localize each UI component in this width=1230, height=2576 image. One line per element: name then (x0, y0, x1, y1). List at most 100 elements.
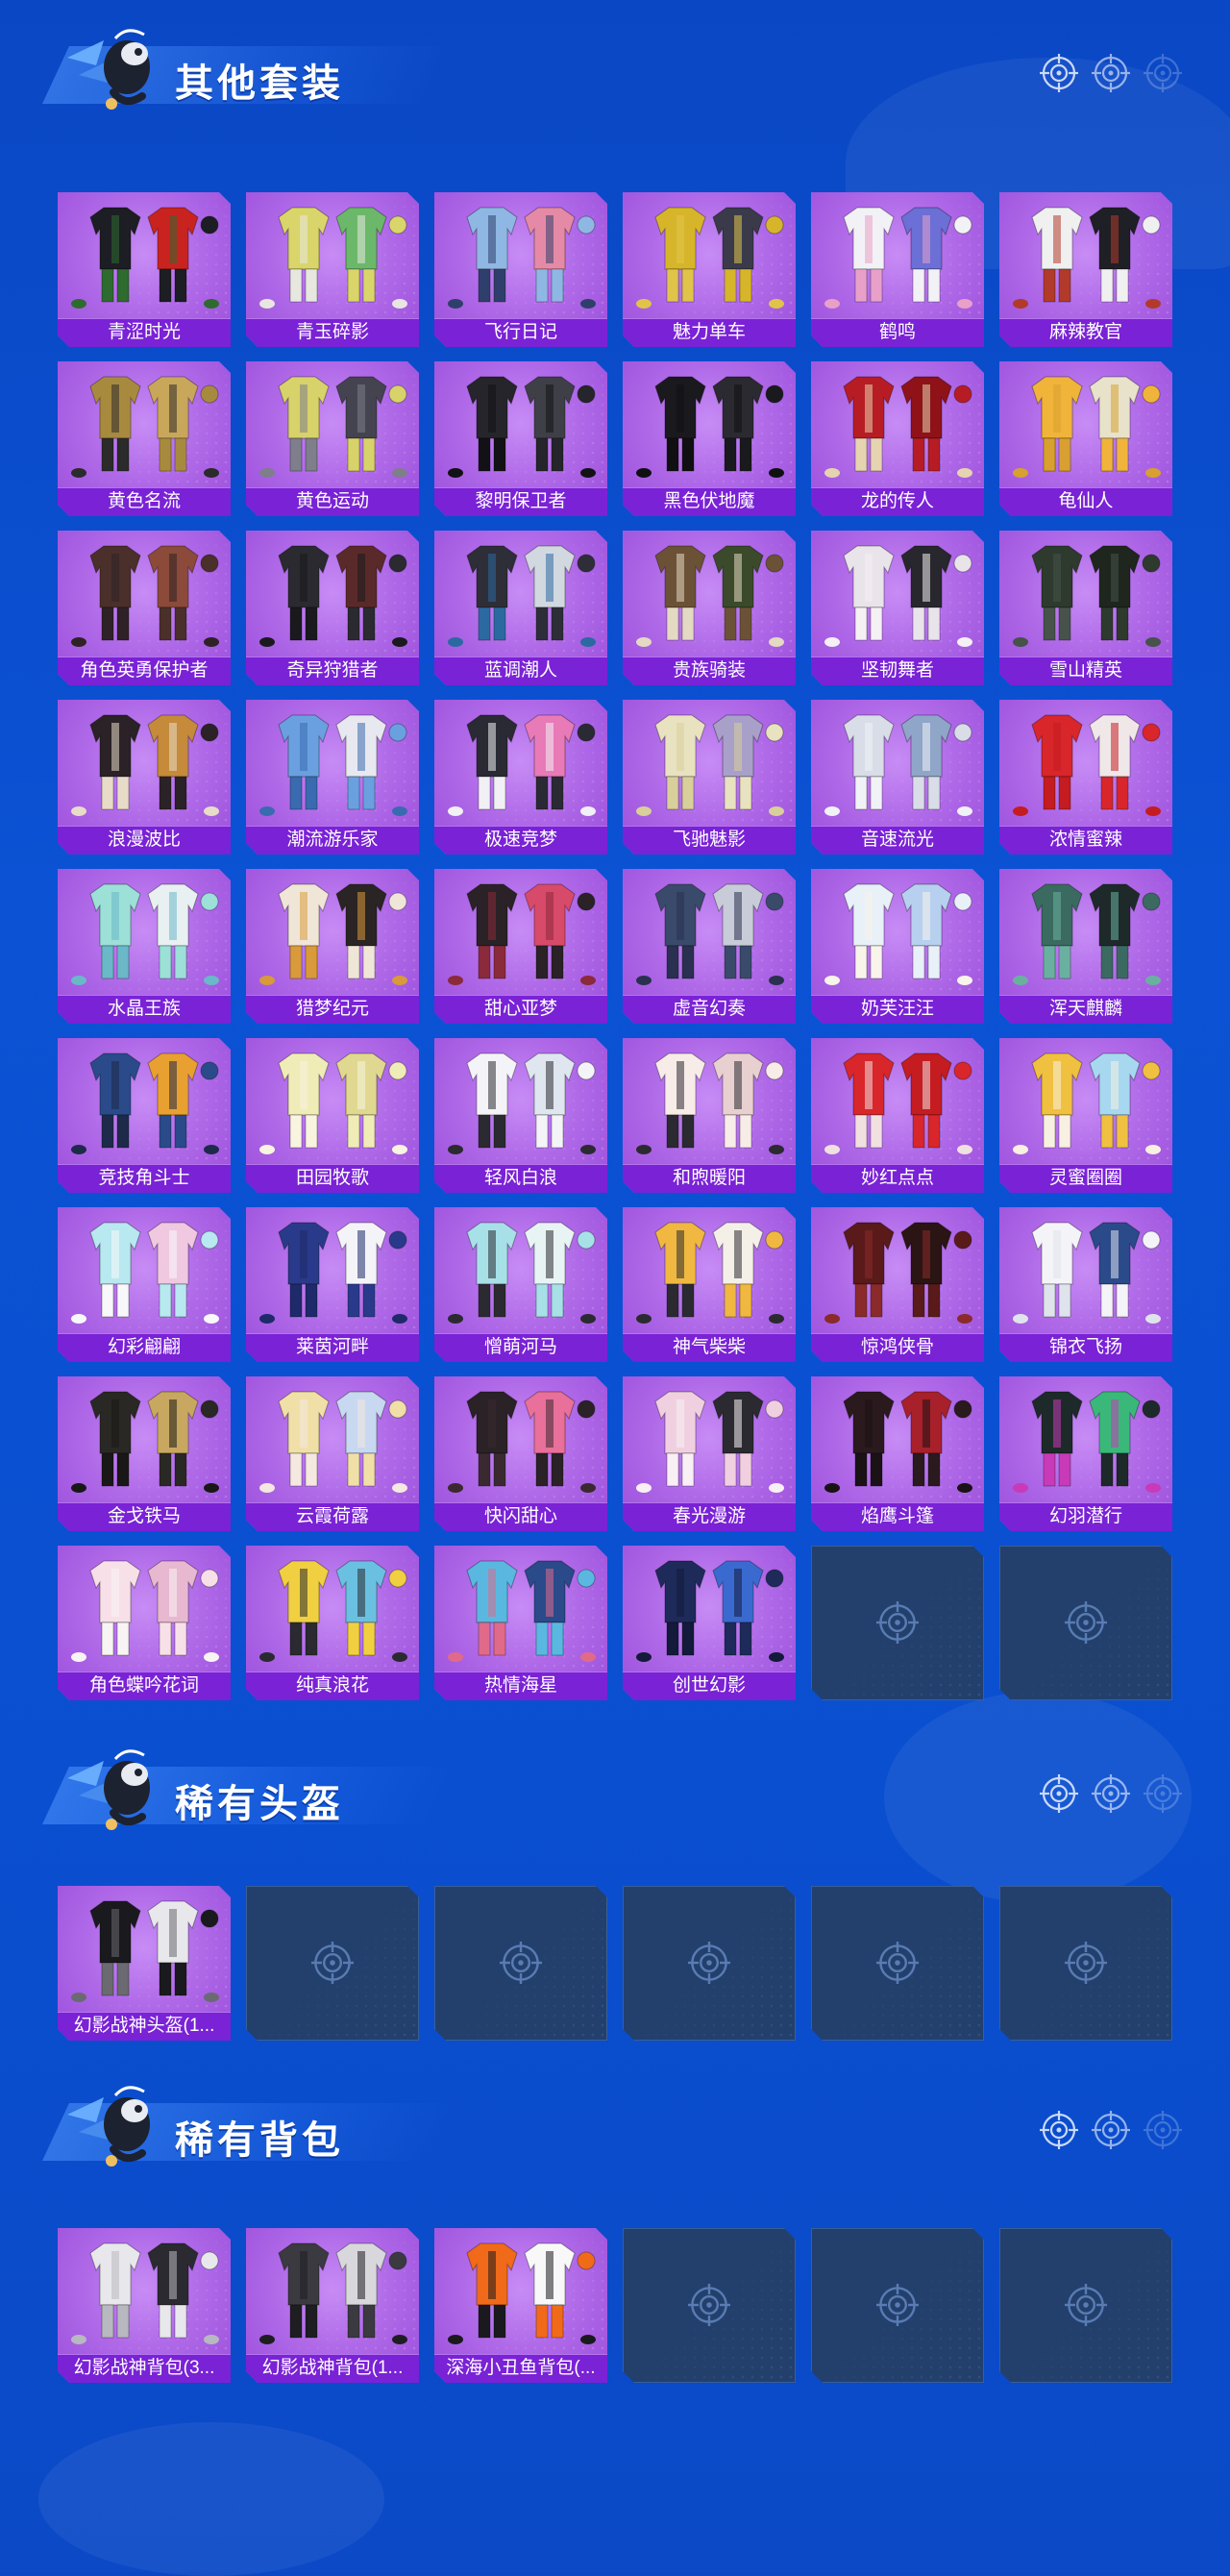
item-card[interactable]: 妙红点点 (811, 1038, 984, 1193)
empty-item-slot (999, 2228, 1172, 2383)
item-card[interactable]: 惊鸿侠骨 (811, 1207, 984, 1362)
item-card[interactable]: 快闪甜心 (434, 1376, 607, 1531)
item-card[interactable]: 黎明保卫者 (434, 361, 607, 516)
item-card[interactable]: 幻影战神背包(3... (58, 2228, 231, 2383)
item-card[interactable]: 猎梦纪元 (246, 869, 419, 1024)
item-grid: 幻影战神背包(3... 幻影战神背包(1... 深海小丑鱼背包(... (58, 2228, 1172, 2383)
item-card[interactable]: 麻辣教官 (999, 192, 1172, 347)
outfit-thumbnail-image (71, 1560, 219, 1662)
outfit-thumbnail-image (1013, 545, 1161, 647)
item-card[interactable]: 锦衣飞扬 (999, 1207, 1172, 1362)
item-card[interactable]: 飞驰魅影 (623, 700, 796, 855)
item-card[interactable]: 角色英勇保护者 (58, 531, 231, 685)
item-card[interactable]: 灵蜜圈圈 (999, 1038, 1172, 1193)
crosshair-target-icon (311, 1942, 354, 1984)
empty-item-slot (246, 1886, 419, 2041)
item-card[interactable]: 竞技角斗士 (58, 1038, 231, 1193)
item-name-label: 贵族骑装 (623, 656, 796, 685)
item-card[interactable]: 青玉碎影 (246, 192, 419, 347)
item-card[interactable]: 水晶王族 (58, 869, 231, 1024)
item-card[interactable]: 龟仙人 (999, 361, 1172, 516)
item-card[interactable]: 深海小丑鱼背包(... (434, 2228, 607, 2383)
crosshair-target-icon (1040, 54, 1078, 92)
item-card[interactable]: 龙的传人 (811, 361, 984, 516)
item-card[interactable]: 轻风白浪 (434, 1038, 607, 1193)
item-grid: 青涩时光 青玉碎影 飞行日记 魅力单车 鹤鸣 麻辣教官黄色名流 黄色运动 黎明保卫者 黑色伏地魔… (58, 192, 1172, 1700)
crosshair-target-icon (1040, 2111, 1078, 2149)
item-name-label: 幻影战神背包(1... (246, 2354, 419, 2383)
item-card[interactable]: 幻羽潜行 (999, 1376, 1172, 1531)
item-card[interactable]: 云霞荷露 (246, 1376, 419, 1531)
item-name-label: 飞行日记 (434, 318, 607, 347)
item-card[interactable]: 和煦暖阳 (623, 1038, 796, 1193)
item-card[interactable]: 奇异狩猎者 (246, 531, 419, 685)
item-name-label: 飞驰魅影 (623, 826, 796, 855)
outfit-thumbnail-image (636, 883, 784, 985)
item-name-label: 热情海星 (434, 1672, 607, 1700)
section-title: 稀有头盔 (175, 1783, 344, 1825)
item-card[interactable]: 浓情蜜辣 (999, 700, 1172, 855)
item-name-label: 云霞荷露 (246, 1502, 419, 1531)
item-card[interactable]: 飞行日记 (434, 192, 607, 347)
item-card[interactable]: 奶芙汪汪 (811, 869, 984, 1024)
item-name-label: 雪山精英 (999, 656, 1172, 685)
outfit-thumbnail-image (259, 883, 407, 985)
item-card[interactable]: 幻影战神背包(1... (246, 2228, 419, 2383)
item-card[interactable]: 甜心亚梦 (434, 869, 607, 1024)
empty-item-slot (434, 1886, 607, 2041)
item-card[interactable]: 黑色伏地魔 (623, 361, 796, 516)
item-name-label: 魅力单车 (623, 318, 796, 347)
item-card[interactable]: 田园牧歌 (246, 1038, 419, 1193)
item-name-label: 神气柴柴 (623, 1333, 796, 1362)
item-name-label: 田园牧歌 (246, 1164, 419, 1193)
item-card[interactable]: 憎萌河马 (434, 1207, 607, 1362)
item-card[interactable]: 黄色运动 (246, 361, 419, 516)
item-card[interactable]: 焰鹰斗篷 (811, 1376, 984, 1531)
item-card[interactable]: 神气柴柴 (623, 1207, 796, 1362)
item-card[interactable]: 金戈铁马 (58, 1376, 231, 1531)
item-name-label: 水晶王族 (58, 995, 231, 1024)
item-card[interactable]: 鹤鸣 (811, 192, 984, 347)
item-card[interactable]: 浪漫波比 (58, 700, 231, 855)
crosshair-target-icon (1144, 1774, 1182, 1813)
item-name-label: 幻影战神背包(3... (58, 2354, 231, 2383)
item-card[interactable]: 魅力单车 (623, 192, 796, 347)
item-card[interactable]: 虚音幻奏 (623, 869, 796, 1024)
item-card[interactable]: 潮流游乐家 (246, 700, 419, 855)
item-card[interactable]: 青涩时光 (58, 192, 231, 347)
item-card[interactable]: 蓝调潮人 (434, 531, 607, 685)
outfit-thumbnail-image (448, 545, 596, 647)
crosshair-target-icon (876, 1942, 919, 1984)
item-name-label: 坚韧舞者 (811, 656, 984, 685)
header-decoration-icons (1040, 1774, 1182, 1813)
outfit-thumbnail-image (1013, 883, 1161, 985)
item-card[interactable]: 莱茵河畔 (246, 1207, 419, 1362)
item-card[interactable]: 贵族骑装 (623, 531, 796, 685)
item-card[interactable]: 角色蝶吟花词 (58, 1546, 231, 1700)
item-card[interactable]: 浑天麒麟 (999, 869, 1172, 1024)
item-card[interactable]: 黄色名流 (58, 361, 231, 516)
crosshair-target-icon (688, 1942, 730, 1984)
crosshair-target-icon (876, 2284, 919, 2326)
item-name-label: 锦衣飞扬 (999, 1333, 1172, 1362)
item-name-label: 黎明保卫者 (434, 487, 607, 516)
item-card[interactable]: 创世幻影 (623, 1546, 796, 1700)
item-card[interactable]: 音速流光 (811, 700, 984, 855)
item-card[interactable]: 幻影战神头盔(1... (58, 1886, 231, 2041)
item-card[interactable]: 极速竞梦 (434, 700, 607, 855)
item-card[interactable]: 坚韧舞者 (811, 531, 984, 685)
item-card[interactable]: 雪山精英 (999, 531, 1172, 685)
item-card[interactable]: 纯真浪花 (246, 1546, 419, 1700)
item-name-label: 鹤鸣 (811, 318, 984, 347)
outfit-thumbnail-image (824, 883, 972, 985)
item-name-label: 幻彩翩翩 (58, 1333, 231, 1362)
item-card[interactable]: 春光漫游 (623, 1376, 796, 1531)
outfit-thumbnail-image (259, 714, 407, 816)
outfit-thumbnail-image (259, 1391, 407, 1493)
outfit-thumbnail-image (259, 1053, 407, 1154)
item-name-label: 轻风白浪 (434, 1164, 607, 1193)
outfit-thumbnail-image (448, 1222, 596, 1324)
item-card[interactable]: 热情海星 (434, 1546, 607, 1700)
item-name-label: 和煦暖阳 (623, 1164, 796, 1193)
item-card[interactable]: 幻彩翩翩 (58, 1207, 231, 1362)
